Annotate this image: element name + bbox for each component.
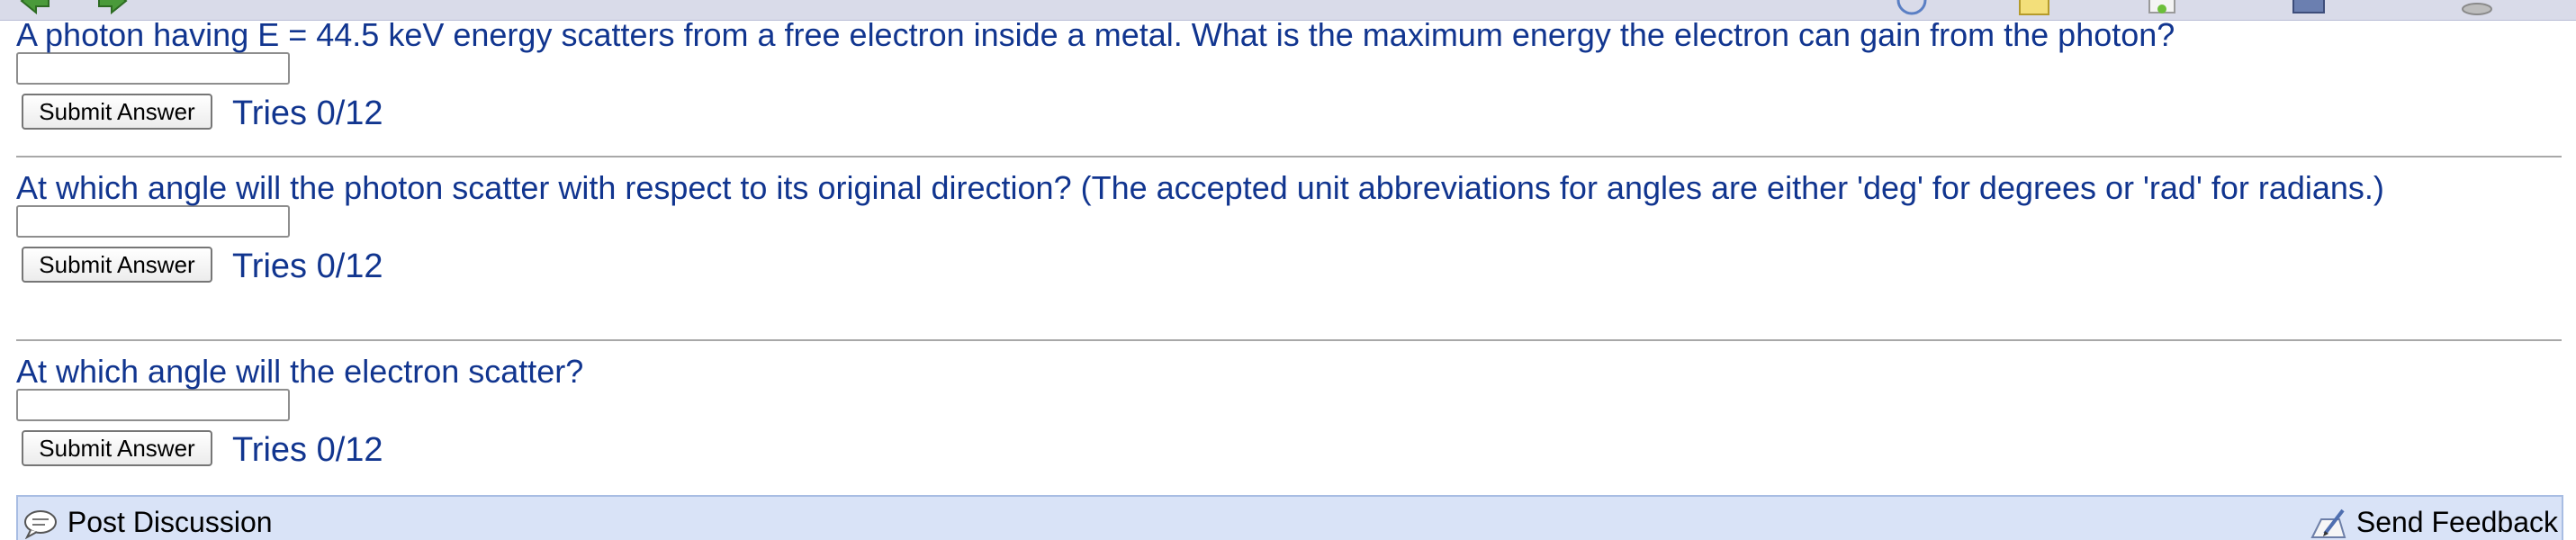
storage-icon[interactable] [2457, 0, 2497, 16]
submit-answer-button[interactable]: Submit Answer [22, 94, 212, 130]
arrow-left-icon[interactable] [20, 0, 50, 14]
tries-counter: Tries 0/12 [232, 94, 383, 132]
help-icon[interactable] [1896, 0, 1928, 16]
tries-counter: Tries 0/12 [232, 431, 383, 469]
send-feedback-link[interactable]: Send Feedback [2309, 504, 2558, 540]
question-block-2: At which angle will the photon scatter w… [16, 169, 2562, 286]
notes-icon[interactable] [2016, 0, 2052, 16]
tries-counter: Tries 0/12 [232, 248, 383, 285]
evaluate-icon[interactable] [2144, 0, 2180, 16]
arrow-right-icon[interactable] [97, 0, 128, 14]
question-separator [16, 339, 2562, 341]
question-text: At which angle will the electron scatter… [16, 353, 584, 390]
answer-input[interactable] [16, 52, 290, 85]
submit-row: Submit Answer Tries 0/12 [16, 247, 2562, 286]
submit-row: Submit Answer Tries 0/12 [16, 94, 2562, 133]
question-separator [16, 156, 2562, 158]
question-block-1: A photon having E = 44.5 keV energy scat… [16, 16, 2562, 133]
send-feedback-label: Send Feedback [2355, 506, 2558, 538]
answer-input[interactable] [16, 205, 290, 238]
pen-paper-icon [2310, 508, 2346, 538]
submit-row: Submit Answer Tries 0/12 [16, 430, 2562, 470]
submit-answer-button[interactable]: Submit Answer [22, 247, 212, 283]
tools-icon[interactable] [2290, 0, 2329, 16]
post-discussion-link[interactable]: Post Discussion [22, 504, 273, 540]
question-text: A photon having E = 44.5 keV energy scat… [16, 16, 2175, 53]
question-block-3: At which angle will the electron scatter… [16, 356, 2562, 470]
footer-bar: Post Discussion Send Feedback [16, 495, 2563, 540]
submit-answer-button[interactable]: Submit Answer [22, 430, 212, 466]
answer-input[interactable] [16, 389, 290, 421]
question-text: At which angle will the photon scatter w… [16, 169, 2384, 206]
speech-bubble-icon [24, 510, 57, 540]
post-discussion-label: Post Discussion [67, 506, 273, 538]
